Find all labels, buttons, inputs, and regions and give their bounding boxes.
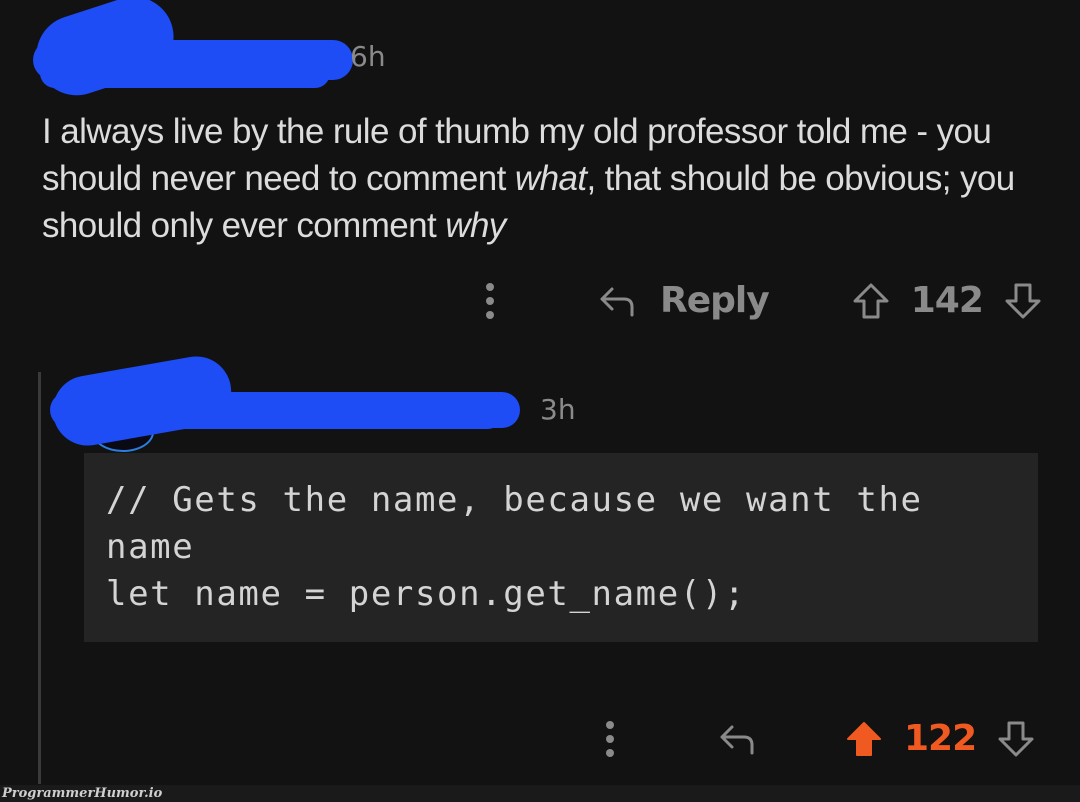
parent-score: 142 — [910, 280, 984, 321]
kebab-vertical-icon[interactable] — [486, 282, 494, 319]
thread-indent-line[interactable] — [38, 372, 41, 784]
upvote-filled-icon[interactable] — [844, 719, 884, 759]
code-comment-line: // Gets the name, because we want the na… — [106, 480, 945, 567]
downvote-outline-icon[interactable] — [1003, 281, 1043, 321]
child-action-bar: 122 — [606, 718, 1036, 759]
code-statement-line: let name = person.get_name(); — [106, 574, 747, 614]
emphasis-text: what — [514, 159, 587, 198]
upvote-outline-icon[interactable] — [851, 281, 891, 321]
parent-comment-body: I always live by the rule of thumb my ol… — [42, 108, 1052, 249]
parent-timestamp: 6h — [350, 40, 386, 73]
child-timestamp: 3h — [540, 393, 576, 426]
reply-arrow-icon — [600, 287, 634, 316]
downvote-outline-icon[interactable] — [996, 719, 1036, 759]
parent-action-bar: Reply 142 — [486, 280, 1043, 321]
watermark: ProgrammerHumor.io — [2, 786, 163, 801]
reply-label: Reply — [660, 280, 770, 321]
emphasis-text: why — [445, 206, 506, 245]
code-block: // Gets the name, because we want the na… — [84, 453, 1038, 642]
reply-button[interactable]: Reply — [598, 280, 770, 321]
reply-arrow-icon[interactable] — [718, 721, 758, 757]
child-score: 122 — [904, 718, 977, 759]
kebab-vertical-icon[interactable] — [606, 720, 614, 757]
